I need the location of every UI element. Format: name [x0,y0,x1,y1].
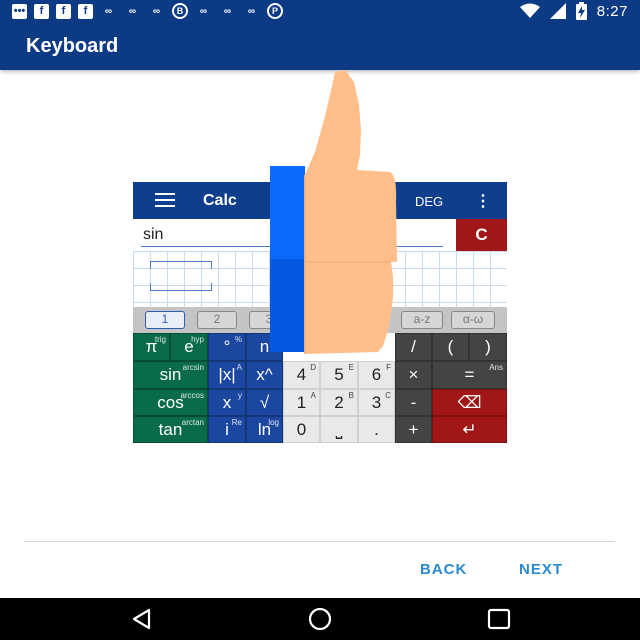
next-button[interactable]: NEXT [519,561,563,578]
nav-recents-icon[interactable] [486,607,512,631]
nav-back-icon[interactable] [129,607,153,631]
back-button[interactable]: BACK [420,561,467,578]
screen: ••• f f f ∞ ∞ ∞ B ∞ ∞ ∞ P 8:27 Keyboard … [0,0,640,640]
thumbs-up-hand-icon [304,70,397,354]
system-nav-bar [0,598,640,640]
nav-home-icon[interactable] [306,607,334,631]
divider [24,541,615,542]
